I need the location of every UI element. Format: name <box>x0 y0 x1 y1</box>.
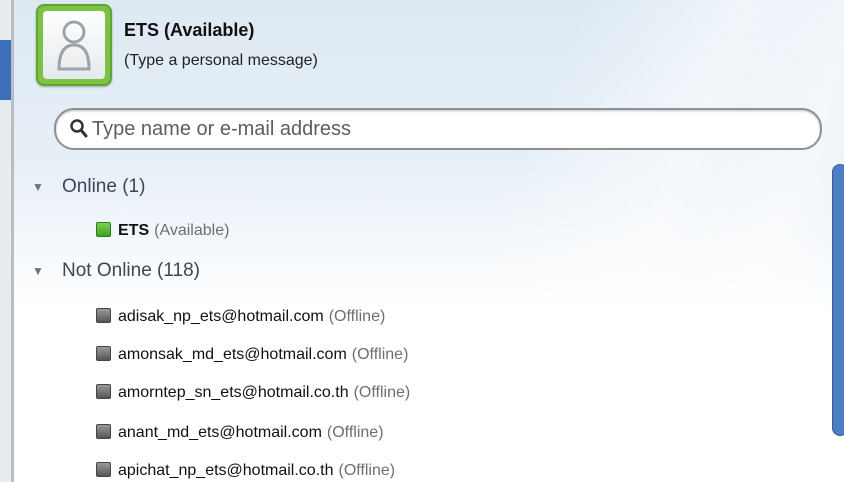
triangle-down-icon: ▼ <box>32 264 44 278</box>
contact-status: (Offline) <box>328 308 386 325</box>
avatar-picture <box>43 11 105 79</box>
search-placeholder: Type name or e-mail address <box>92 118 352 140</box>
status-offline-icon <box>96 346 111 361</box>
contact-item[interactable]: anant_md_ets@hotmail.com (Offline) <box>96 424 384 442</box>
contact-status: (Offline) <box>353 384 411 401</box>
contact-item[interactable]: apichat_np_ets@hotmail.co.th (Offline) <box>96 462 395 480</box>
contact-status: (Available) <box>154 222 230 239</box>
contact-item[interactable]: adisak_np_ets@hotmail.com (Offline) <box>96 308 385 326</box>
contact-name: amonsak_md_ets@hotmail.com <box>118 346 347 363</box>
status-offline-icon <box>96 384 111 399</box>
contact-item[interactable]: amonsak_md_ets@hotmail.com (Offline) <box>96 346 408 364</box>
group-online[interactable]: ▼ Online (1) <box>32 176 145 198</box>
status-online-icon <box>96 222 111 237</box>
contact-item[interactable]: ETS (Available) <box>96 222 229 240</box>
contact-name: adisak_np_ets@hotmail.com <box>118 308 324 325</box>
group-label: Not Online (118) <box>62 260 200 281</box>
contact-item[interactable]: amorntep_sn_ets@hotmail.co.th (Offline) <box>96 384 410 402</box>
personal-message[interactable]: (Type a personal message) <box>124 52 318 70</box>
status-name[interactable]: ETS (Available) <box>124 20 254 41</box>
contact-status: (Offline) <box>338 462 396 479</box>
scrollbar[interactable] <box>832 164 844 436</box>
group-label: Online (1) <box>62 176 146 197</box>
contact-name: ETS <box>118 222 150 239</box>
group-not-online[interactable]: ▼ Not Online (118) <box>32 260 200 282</box>
contact-status: (Offline) <box>326 424 384 441</box>
contact-list-panel: ETS (Available) (Type a personal message… <box>14 0 844 482</box>
status-offline-icon <box>96 424 111 439</box>
contact-name: apichat_np_ets@hotmail.co.th <box>118 462 334 479</box>
search-input[interactable]: Type name or e-mail address <box>54 108 822 150</box>
avatar[interactable] <box>36 4 112 86</box>
window-edge <box>0 0 14 482</box>
status-offline-icon <box>96 308 111 323</box>
status-offline-icon <box>96 462 111 477</box>
search-icon <box>70 119 88 138</box>
contact-name: amorntep_sn_ets@hotmail.co.th <box>118 384 349 401</box>
contact-name: anant_md_ets@hotmail.com <box>118 424 322 441</box>
person-icon <box>57 20 91 71</box>
contact-status: (Offline) <box>351 346 409 363</box>
triangle-down-icon: ▼ <box>32 180 44 194</box>
